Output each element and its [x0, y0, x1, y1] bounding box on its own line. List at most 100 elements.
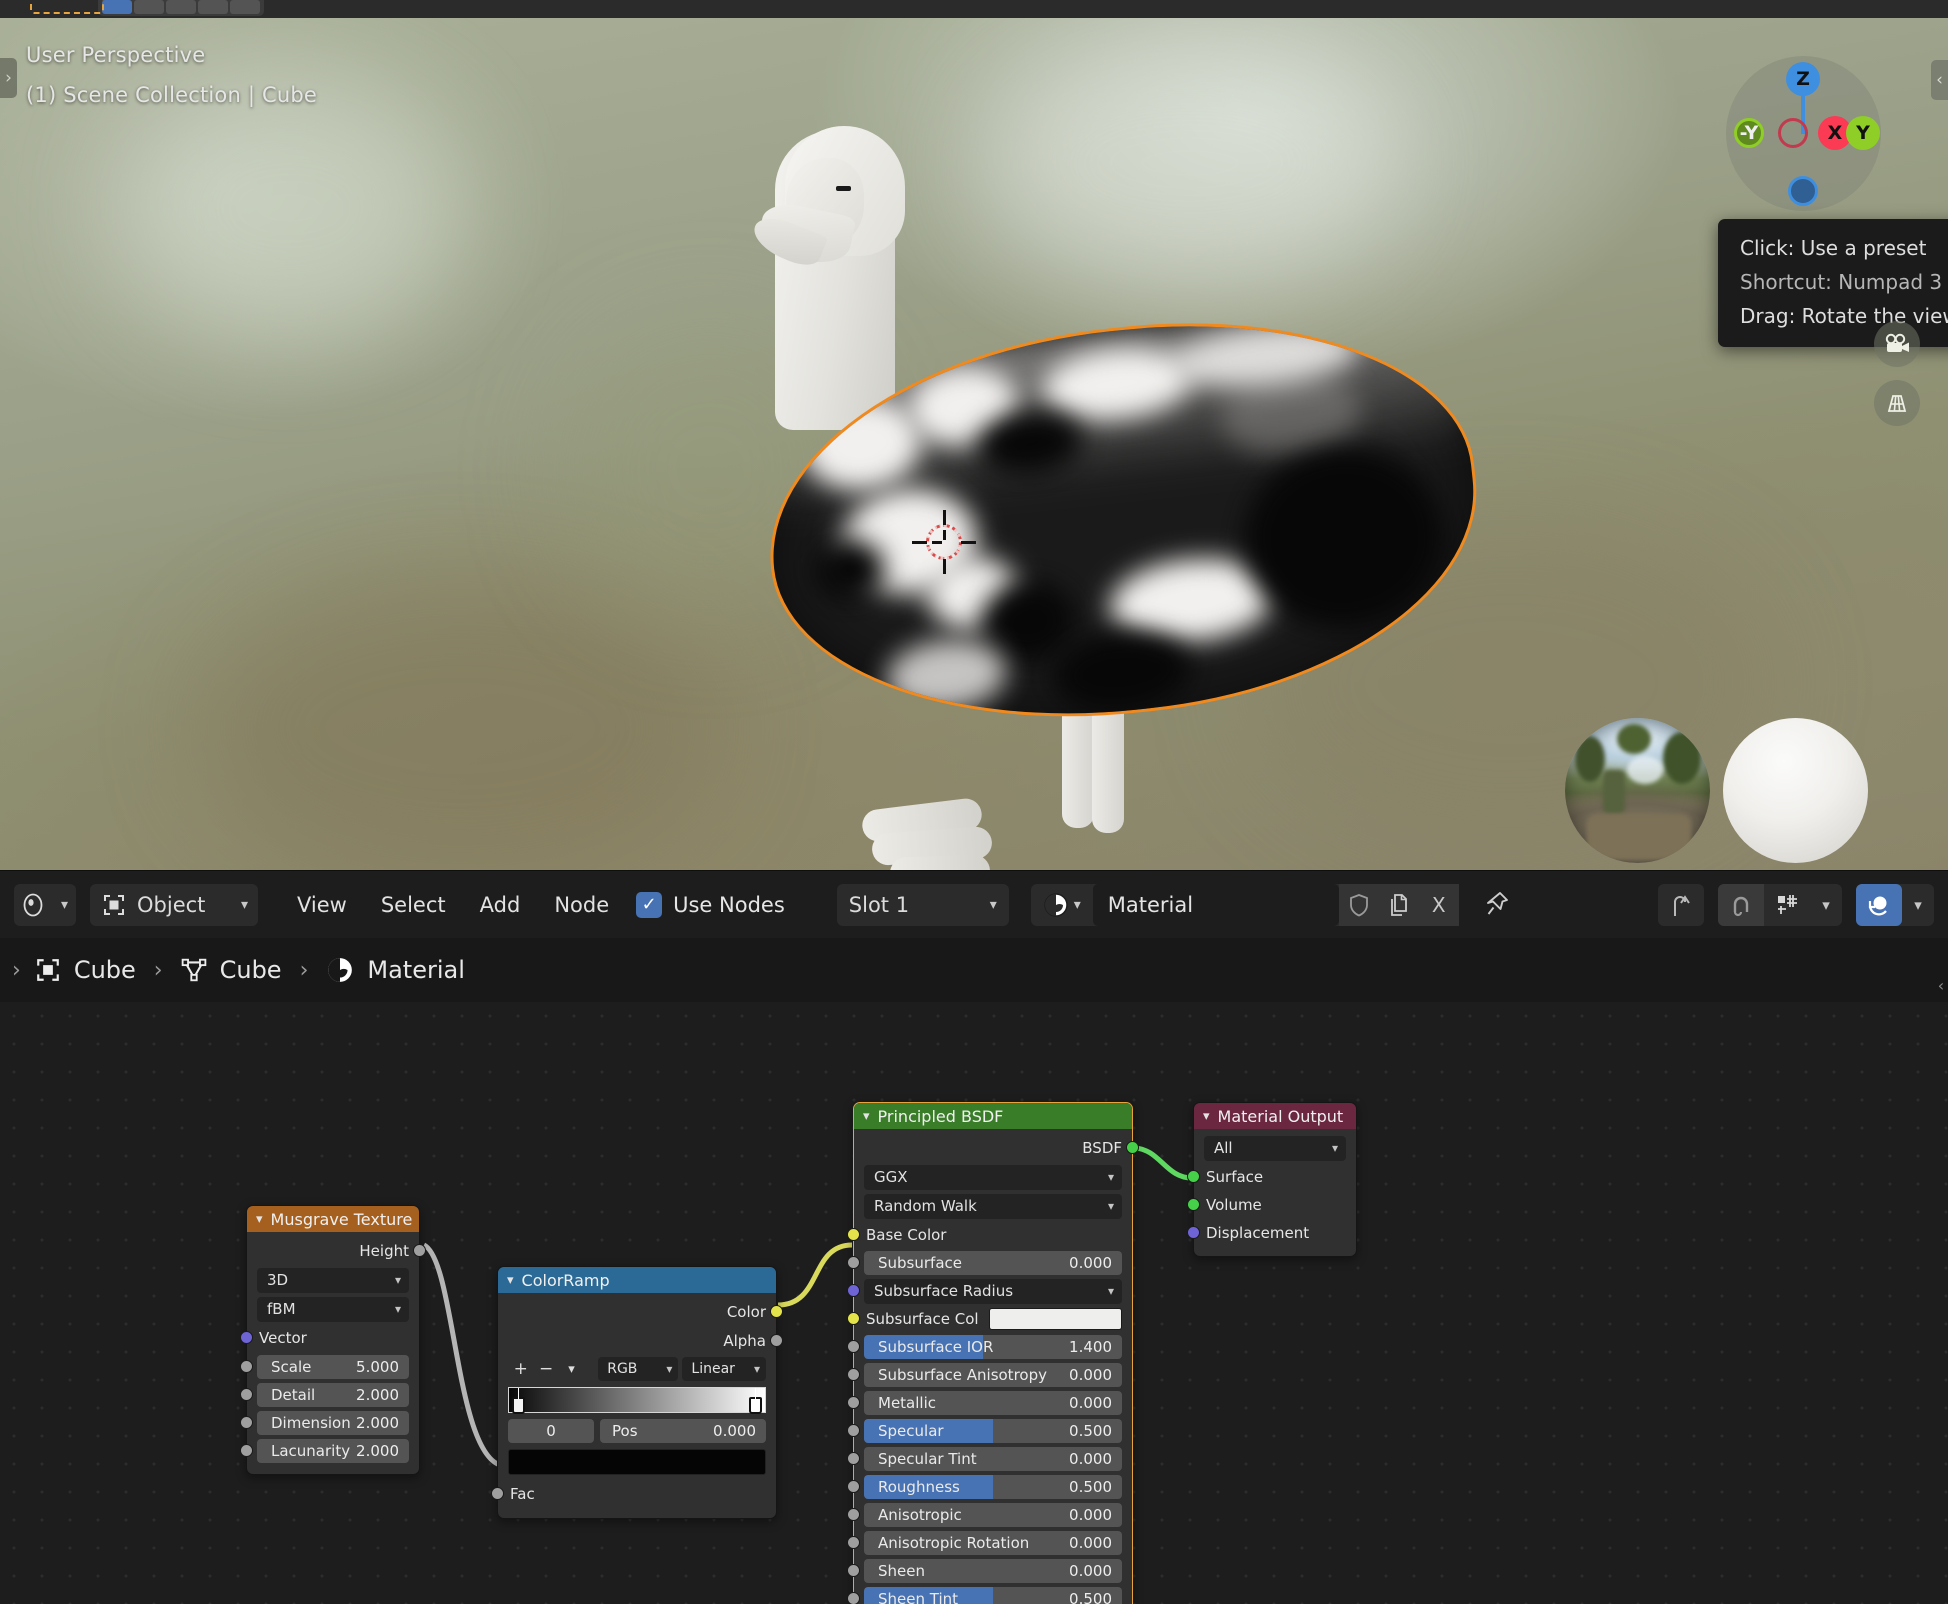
topbar-button-editor-type[interactable]	[102, 0, 132, 14]
principled-anisotropic-rotation-slider[interactable]: Anisotropic Rotation 0.000	[864, 1531, 1122, 1555]
node-musgrave-texture[interactable]: ▾ Musgrave Texture Height 3D ▾ fBM ▾ Vec…	[240, 1205, 426, 1475]
parent-node-tree-icon[interactable]	[1658, 884, 1704, 926]
node-header-material-output[interactable]: ▾ Material Output	[1194, 1103, 1356, 1129]
socket-lacunarity[interactable]	[240, 1444, 253, 1457]
socket-sheen-tint[interactable]	[847, 1592, 860, 1604]
principled-roughness-slider[interactable]: Roughness 0.500	[864, 1475, 1122, 1499]
material-name-field[interactable]: Material	[1092, 883, 1339, 926]
colorramp-gradient-bar[interactable]	[508, 1387, 766, 1414]
ramp-options-dropdown[interactable]: ▾	[559, 1357, 584, 1381]
viewport-right-sidebar-toggle[interactable]: ‹	[1931, 60, 1948, 100]
3d-viewport[interactable]: › ‹ User Perspective (1) Scene Collectio…	[0, 18, 1948, 870]
use-nodes-checkbox[interactable]: ✓	[636, 891, 663, 918]
socket-vector[interactable]	[240, 1331, 253, 1344]
musgrave-detail-slider[interactable]: Detail 2.000	[257, 1383, 409, 1407]
socket-metallic[interactable]	[847, 1396, 860, 1409]
musgrave-dimension-select[interactable]: 3D ▾	[257, 1267, 409, 1293]
shader-type-selector[interactable]: Object ▾	[90, 883, 258, 926]
pin-icon[interactable]	[1475, 884, 1521, 926]
snap-magnet-icon[interactable]	[1718, 883, 1764, 926]
socket-subsurface-ior[interactable]	[847, 1340, 860, 1353]
fake-user-shield-icon[interactable]	[1338, 883, 1379, 926]
principled-subsurface-anisotropy-slider[interactable]: Subsurface Anisotropy 0.000	[864, 1363, 1122, 1387]
snap-dropdown-icon[interactable]: ▾	[1810, 884, 1842, 926]
socket-bsdf[interactable]	[1126, 1141, 1139, 1154]
viewport-sidebar-toggle[interactable]: ›	[0, 58, 17, 98]
colorramp-active-color-swatch[interactable]	[508, 1449, 766, 1475]
principled-sheen-slider[interactable]: Sheen 0.000	[864, 1559, 1122, 1583]
socket-specular-tint[interactable]	[847, 1452, 860, 1465]
socket-displacement[interactable]	[1187, 1226, 1200, 1239]
camera-icon[interactable]	[1874, 321, 1920, 367]
node-collapse-icon[interactable]: ▾	[507, 1273, 514, 1288]
colorramp-color-mode-select[interactable]: RGB ▾	[598, 1357, 679, 1381]
socket-alpha[interactable]	[770, 1334, 783, 1347]
node-colorramp[interactable]: ▾ ColorRamp Color Alpha + − ▾ RGB ▾ Line…	[491, 1266, 783, 1519]
add-stop-button[interactable]: +	[508, 1357, 533, 1381]
breadcrumb-item-material[interactable]: Material	[326, 956, 465, 984]
principled-specular-tint-slider[interactable]: Specular Tint 0.000	[864, 1447, 1122, 1471]
socket-base-color[interactable]	[847, 1228, 860, 1241]
node-material-output[interactable]: ▾ Material Output All ▾ Surface Volume D…	[1187, 1102, 1357, 1257]
colorramp-pos-field[interactable]: Pos 0.000	[600, 1419, 766, 1443]
socket-surface[interactable]	[1187, 1170, 1200, 1183]
grid-floor-icon[interactable]	[1874, 380, 1920, 426]
socket-subsurface-col[interactable]	[847, 1312, 860, 1325]
node-header-colorramp[interactable]: ▾ ColorRamp	[498, 1267, 776, 1293]
socket-subsurface[interactable]	[847, 1256, 860, 1269]
gizmo-axis-y[interactable]: Y	[1846, 116, 1880, 150]
node-collapse-icon[interactable]: ▾	[256, 1212, 263, 1227]
principled-subsurface-slider[interactable]: Subsurface 0.000	[864, 1251, 1122, 1275]
socket-specular[interactable]	[847, 1424, 860, 1437]
topbar-button-e[interactable]	[230, 0, 260, 14]
navigation-gizmo[interactable]: -Y Z X Y	[1726, 56, 1881, 211]
menu-add[interactable]: Add	[463, 884, 538, 926]
colorramp-interpolation-select[interactable]: Linear ▾	[682, 1357, 767, 1381]
topbar-active-tool-highlight[interactable]	[30, 0, 104, 14]
musgrave-scale-slider[interactable]: Scale 5.000	[257, 1355, 409, 1379]
musgrave-dimension-slider[interactable]: Dimension 2.000	[257, 1411, 409, 1435]
principled-subsurface-method-select[interactable]: Random Walk ▾	[864, 1193, 1122, 1219]
socket-roughness[interactable]	[847, 1480, 860, 1493]
breadcrumb-expand-icon[interactable]: ›	[12, 958, 21, 983]
node-principled-bsdf[interactable]: ▾ Principled BSDF BSDF GGX ▾ Random Walk	[847, 1102, 1139, 1604]
node-collapse-icon[interactable]: ▾	[863, 1109, 870, 1124]
principled-anisotropic-slider[interactable]: Anisotropic 0.000	[864, 1503, 1122, 1527]
musgrave-lacunarity-slider[interactable]: Lacunarity 2.000	[257, 1439, 409, 1463]
socket-sheen[interactable]	[847, 1564, 860, 1577]
duplicate-material-icon[interactable]	[1378, 883, 1419, 926]
menu-select[interactable]: Select	[364, 884, 463, 926]
node-header-principled[interactable]: ▾ Principled BSDF	[854, 1103, 1132, 1129]
colorramp-stop-handle[interactable]	[512, 1388, 525, 1414]
gizmo-axis-neg-y[interactable]: -Y	[1734, 118, 1764, 148]
topbar-button-c[interactable]	[166, 0, 196, 14]
colorramp-stop-handle[interactable]	[749, 1388, 762, 1414]
socket-fac[interactable]	[491, 1487, 504, 1500]
breadcrumb-right-toggle[interactable]: ‹	[1934, 968, 1948, 1002]
socket-anisotropic-rotation[interactable]	[847, 1536, 860, 1549]
breadcrumb-item-object[interactable]: Cube	[35, 956, 136, 984]
principled-sheen-tint-slider[interactable]: Sheen Tint 0.500	[864, 1587, 1122, 1604]
socket-detail[interactable]	[240, 1388, 253, 1401]
topbar-button-b[interactable]	[134, 0, 164, 14]
material-browse-dropdown[interactable]: ▾	[1031, 884, 1093, 926]
menu-node[interactable]: Node	[537, 884, 626, 926]
use-nodes-toggle[interactable]: ✓ Use Nodes	[636, 891, 785, 918]
material-output-target-select[interactable]: All ▾	[1204, 1135, 1346, 1161]
socket-scale[interactable]	[240, 1360, 253, 1373]
socket-subsurface-radius[interactable]	[847, 1284, 860, 1297]
colorramp-index-field[interactable]: 0	[508, 1419, 594, 1443]
principled-distribution-select[interactable]: GGX ▾	[864, 1164, 1122, 1190]
subsurface-color-swatch[interactable]	[988, 1308, 1122, 1330]
principled-subsurface-ior-slider[interactable]: Subsurface IOR 1.400	[864, 1335, 1122, 1359]
socket-height[interactable]	[413, 1244, 426, 1257]
principled-specular-slider[interactable]: Specular 0.500	[864, 1419, 1122, 1443]
editor-type-selector[interactable]: ▾	[14, 883, 76, 926]
node-collapse-icon[interactable]: ▾	[1203, 1109, 1210, 1124]
principled-subsurface-radius-select[interactable]: Subsurface Radius ▾	[864, 1278, 1122, 1304]
gizmo-axis-neg-x[interactable]	[1778, 118, 1808, 148]
principled-metallic-slider[interactable]: Metallic 0.000	[864, 1391, 1122, 1415]
shader-node-canvas[interactable]: ▾ Musgrave Texture Height 3D ▾ fBM ▾ Vec…	[0, 1002, 1948, 1604]
material-slot-selector[interactable]: Slot 1 ▾	[836, 883, 1009, 926]
topbar-button-d[interactable]	[198, 0, 228, 14]
